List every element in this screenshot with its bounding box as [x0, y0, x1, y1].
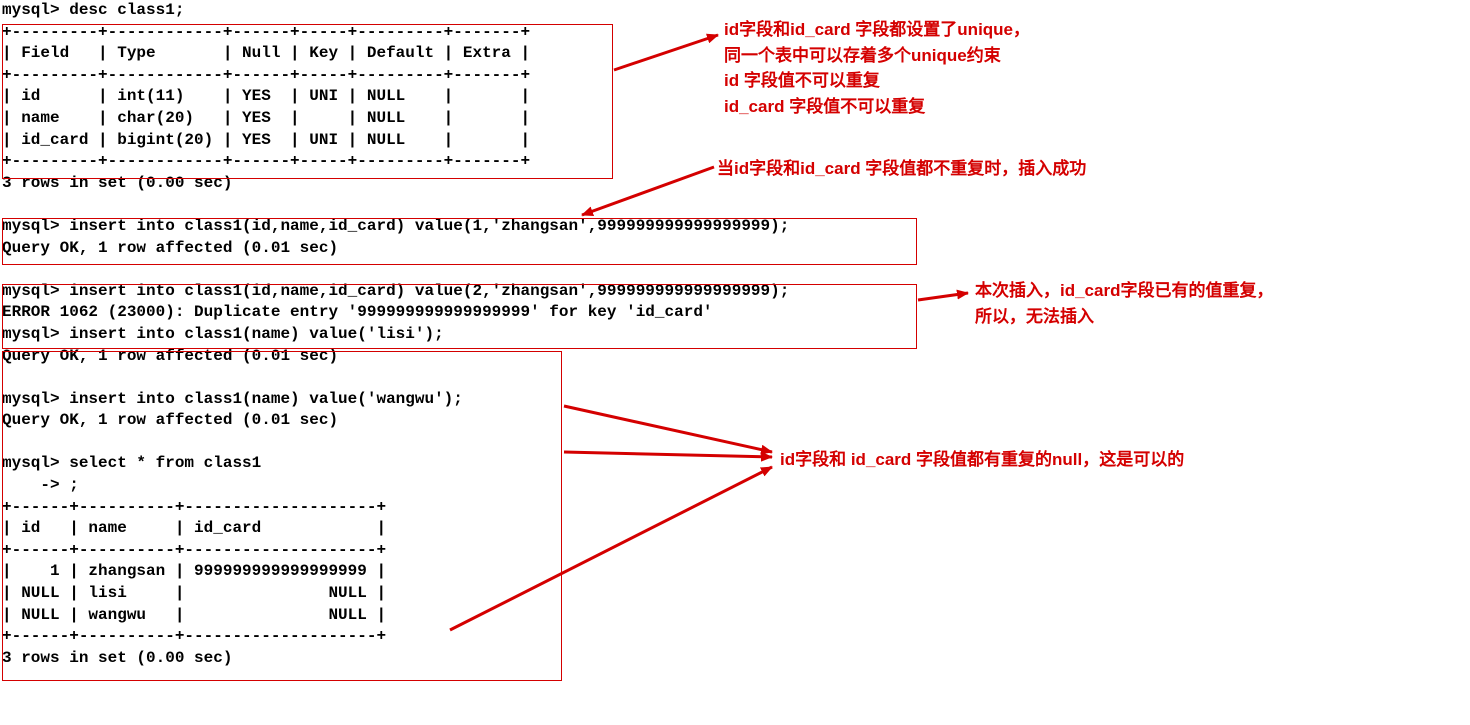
annotation-line: 同一个表中可以存着多个unique约束	[724, 43, 1030, 69]
annotation-line: id_card 字段值不可以重复	[724, 94, 1030, 120]
annotation-line: id字段和 id_card 字段值都有重复的null，这是可以的	[780, 450, 1184, 469]
annotation-insert-success: 当id字段和id_card 字段值都不重复时，插入成功	[717, 156, 1086, 182]
annotation-insert-fail: 本次插入，id_card字段已有的值重复， 所以，无法插入	[975, 278, 1273, 329]
annotation-line: id字段和id_card 字段都设置了unique，	[724, 17, 1030, 43]
annotation-line: 当id字段和id_card 字段值都不重复时，插入成功	[717, 159, 1086, 178]
annotation-line: 所以，无法插入	[975, 304, 1273, 330]
annotation-line: id 字段值不可以重复	[724, 68, 1030, 94]
annotation-unique: id字段和id_card 字段都设置了unique， 同一个表中可以存着多个un…	[724, 17, 1030, 119]
annotation-line: 本次插入，id_card字段已有的值重复，	[975, 278, 1273, 304]
annotation-null-ok: id字段和 id_card 字段值都有重复的null，这是可以的	[780, 447, 1184, 473]
